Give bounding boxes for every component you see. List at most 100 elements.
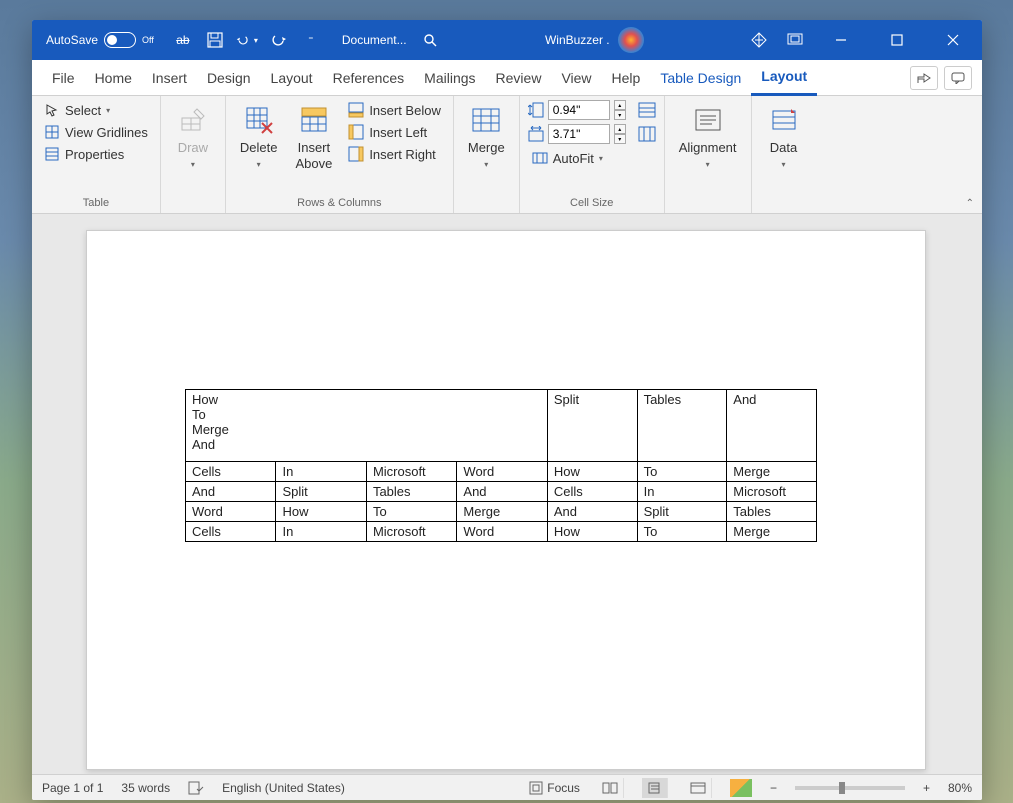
- focus-icon[interactable]: Focus: [529, 781, 580, 795]
- table-cell[interactable]: Cells: [186, 462, 276, 482]
- insert-below-button[interactable]: Insert Below: [344, 100, 445, 120]
- save-icon[interactable]: [204, 29, 226, 51]
- autosave-toggle[interactable]: AutoSave Off: [36, 32, 164, 48]
- table-cell[interactable]: Cells: [547, 482, 637, 502]
- tab-review[interactable]: Review: [486, 60, 552, 96]
- alignment-button[interactable]: Alignment ▾: [673, 100, 743, 173]
- table-cell[interactable]: Split: [637, 502, 727, 522]
- row-height-input[interactable]: 0.94": [548, 100, 610, 120]
- distribute-rows-icon[interactable]: [638, 102, 656, 118]
- tab-home[interactable]: Home: [85, 60, 142, 96]
- strikethrough-icon[interactable]: ab: [172, 29, 194, 51]
- col-width-input[interactable]: 3.71": [548, 124, 610, 144]
- table-cell[interactable]: How: [276, 502, 366, 522]
- table-cell[interactable]: Microsoft: [727, 482, 817, 502]
- table-cell[interactable]: Word: [457, 462, 547, 482]
- table-cell[interactable]: How To Merge And: [186, 390, 548, 462]
- table-cell[interactable]: Merge: [457, 502, 547, 522]
- table-cell[interactable]: Tables: [366, 482, 456, 502]
- table-cell[interactable]: Cells: [186, 522, 276, 542]
- tab-mailings[interactable]: Mailings: [414, 60, 485, 96]
- share-button[interactable]: [910, 66, 938, 90]
- row-height-up[interactable]: ▴: [614, 100, 626, 110]
- table-cell[interactable]: How: [547, 522, 637, 542]
- table-cell[interactable]: In: [637, 482, 727, 502]
- page-count[interactable]: Page 1 of 1: [42, 781, 103, 795]
- col-width-up[interactable]: ▴: [614, 124, 626, 134]
- view-gridlines-button[interactable]: View Gridlines: [40, 122, 152, 142]
- draw-button[interactable]: Draw ▾: [169, 100, 217, 173]
- table-cell[interactable]: To: [637, 462, 727, 482]
- table-cell[interactable]: In: [276, 462, 366, 482]
- table-cell[interactable]: Merge: [727, 522, 817, 542]
- select-button[interactable]: Select ▾: [40, 100, 152, 120]
- table-cell[interactable]: And: [186, 482, 276, 502]
- zoom-in-button[interactable]: +: [923, 781, 930, 795]
- document-title[interactable]: Document...: [330, 33, 419, 47]
- autofit-button[interactable]: AutoFit ▾: [528, 148, 656, 168]
- document-area[interactable]: How To Merge And Split Tables And Cells …: [32, 214, 982, 774]
- table-row[interactable]: How To Merge And Split Tables And: [186, 390, 817, 462]
- tab-view[interactable]: View: [551, 60, 601, 96]
- zoom-level[interactable]: 80%: [948, 781, 972, 795]
- tab-table-design[interactable]: Table Design: [650, 60, 751, 96]
- table-cell[interactable]: Split: [547, 390, 637, 462]
- zoom-out-button[interactable]: −: [770, 781, 777, 795]
- table-cell[interactable]: Merge: [727, 462, 817, 482]
- close-button[interactable]: [932, 20, 974, 60]
- insert-left-button[interactable]: Insert Left: [344, 122, 445, 142]
- table-cell[interactable]: Tables: [637, 390, 727, 462]
- tab-insert[interactable]: Insert: [142, 60, 197, 96]
- tab-references[interactable]: References: [323, 60, 415, 96]
- content-table[interactable]: How To Merge And Split Tables And Cells …: [185, 389, 817, 542]
- qat-customize-icon[interactable]: ⁼: [300, 29, 322, 51]
- distribute-cols-icon[interactable]: [638, 126, 656, 142]
- display-options-icon[interactable]: [784, 29, 806, 51]
- table-cell[interactable]: Word: [186, 502, 276, 522]
- language[interactable]: English (United States): [222, 781, 345, 795]
- comments-button[interactable]: [944, 66, 972, 90]
- tab-design[interactable]: Design: [197, 60, 261, 96]
- print-layout-icon[interactable]: [642, 778, 668, 798]
- table-row[interactable]: And Split Tables And Cells In Microsoft: [186, 482, 817, 502]
- redo-icon[interactable]: [268, 29, 290, 51]
- table-row[interactable]: Cells In Microsoft Word How To Merge: [186, 522, 817, 542]
- table-row[interactable]: Cells In Microsoft Word How To Merge: [186, 462, 817, 482]
- proofing-icon[interactable]: [188, 781, 204, 795]
- page[interactable]: How To Merge And Split Tables And Cells …: [86, 230, 926, 770]
- table-cell[interactable]: To: [366, 502, 456, 522]
- merge-button[interactable]: Merge ▾: [462, 100, 511, 173]
- table-cell[interactable]: To: [637, 522, 727, 542]
- insert-above-button[interactable]: Insert Above: [289, 100, 338, 175]
- minimize-button[interactable]: [820, 20, 862, 60]
- word-count[interactable]: 35 words: [121, 781, 170, 795]
- table-cell[interactable]: Tables: [727, 502, 817, 522]
- table-cell[interactable]: How: [547, 462, 637, 482]
- table-row[interactable]: Word How To Merge And Split Tables: [186, 502, 817, 522]
- tab-layout[interactable]: Layout: [261, 60, 323, 96]
- web-layout-icon[interactable]: [686, 778, 712, 798]
- undo-icon[interactable]: ▾: [236, 29, 258, 51]
- table-cell[interactable]: And: [457, 482, 547, 502]
- table-cell[interactable]: Microsoft: [366, 462, 456, 482]
- maximize-button[interactable]: [876, 20, 918, 60]
- col-width-down[interactable]: ▾: [614, 134, 626, 144]
- table-cell[interactable]: Word: [457, 522, 547, 542]
- tab-help[interactable]: Help: [602, 60, 651, 96]
- diamond-icon[interactable]: [748, 29, 770, 51]
- data-button[interactable]: Data ▾: [760, 100, 808, 173]
- tab-file[interactable]: File: [42, 60, 85, 96]
- properties-button[interactable]: Properties: [40, 144, 152, 164]
- table-cell[interactable]: And: [727, 390, 817, 462]
- row-height-down[interactable]: ▾: [614, 110, 626, 120]
- read-mode-icon[interactable]: [598, 778, 624, 798]
- delete-button[interactable]: Delete ▾: [234, 100, 284, 173]
- table-cell[interactable]: And: [547, 502, 637, 522]
- table-cell[interactable]: Microsoft: [366, 522, 456, 542]
- collapse-ribbon-icon[interactable]: ⌃: [966, 198, 974, 209]
- account-avatar[interactable]: [618, 27, 644, 53]
- search-icon[interactable]: [419, 29, 441, 51]
- tab-table-layout[interactable]: Layout: [751, 60, 817, 96]
- table-cell[interactable]: In: [276, 522, 366, 542]
- zoom-slider[interactable]: [795, 786, 905, 790]
